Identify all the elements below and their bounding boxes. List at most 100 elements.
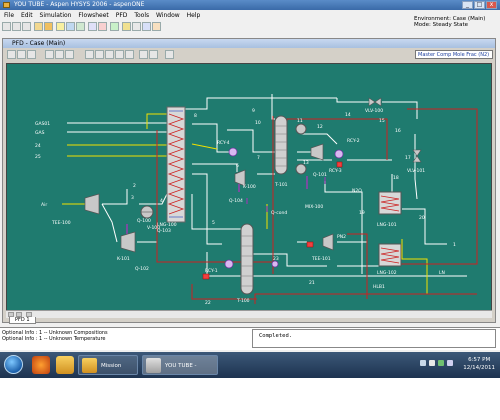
strip-chart-icon[interactable] — [142, 22, 151, 31]
component-list-icon[interactable] — [34, 22, 43, 31]
color-icon[interactable] — [105, 50, 114, 59]
find-icon[interactable] — [85, 50, 94, 59]
optional-info: Optional Info : 1 -- Unknown Composition… — [2, 330, 244, 342]
menu-tools[interactable]: Tools — [134, 12, 149, 19]
label-tee-100: TEE-100 — [51, 220, 71, 226]
move-icon[interactable] — [55, 50, 64, 59]
label-gas01: GAS01 — [35, 121, 50, 127]
status-area: Optional Info : 1 -- Unknown Composition… — [0, 327, 500, 350]
zoom-out-icon[interactable] — [27, 50, 36, 59]
pfd-window: PFD - Case (Main) Master Comp Mole Frac … — [2, 38, 496, 324]
hysys-window: YOU TUBE - Aspen HYSYS 2006 - aspenONE _… — [0, 0, 500, 378]
vlv-101-valve[interactable] — [412, 149, 422, 157]
close-button[interactable]: x — [486, 1, 497, 9]
tab-pfd-1[interactable]: PFD 1 — [9, 317, 36, 324]
lng-100-exchanger[interactable] — [166, 106, 186, 223]
t-101-column[interactable] — [274, 115, 307, 175]
folder-icon[interactable] — [56, 356, 74, 374]
v-100-separator[interactable] — [140, 205, 154, 219]
t-100-column[interactable] — [240, 223, 254, 295]
integrator-icon[interactable] — [132, 22, 141, 31]
task-mission-1000[interactable]: Mission 1000 — [78, 355, 138, 389]
label-rcy-4: RCY-4 — [217, 140, 230, 146]
save-case-icon[interactable] — [22, 22, 31, 31]
select-icon[interactable] — [45, 50, 54, 59]
label-n2o: N2O — [352, 188, 362, 194]
label-q-104: Q-104 — [229, 198, 243, 204]
maximize-button[interactable]: □ — [474, 1, 485, 9]
menu-flowsheet[interactable]: Flowsheet — [78, 12, 108, 19]
solver-active-icon[interactable] — [110, 22, 119, 31]
rcy-3-cooler[interactable] — [334, 149, 344, 159]
window-title: YOU TUBE - Aspen HYSYS 2006 - aspenONE — [14, 1, 145, 8]
label-12: 12 — [317, 124, 323, 130]
mix-100-mixer[interactable] — [310, 143, 324, 161]
label-t-100: T-100 — [236, 298, 250, 304]
firefox-icon[interactable] — [32, 356, 50, 374]
label-k-100: K-100 — [243, 184, 256, 190]
text-tool-icon[interactable] — [95, 50, 104, 59]
label-t-101: T-101 — [274, 182, 288, 188]
volume-icon[interactable] — [429, 360, 435, 366]
menu-help[interactable]: Help — [187, 12, 201, 19]
minimize-button[interactable]: _ — [462, 1, 473, 9]
label-8: 8 — [194, 113, 197, 119]
task-label: YOU TUBE - Aspe... — [165, 363, 197, 389]
label-3: 3 — [131, 195, 134, 201]
system-tray — [420, 360, 460, 368]
print-icon[interactable] — [125, 50, 134, 59]
zoom-in-icon[interactable] — [17, 50, 26, 59]
menu-edit[interactable]: Edit — [21, 12, 33, 19]
route-icon[interactable] — [149, 50, 158, 59]
lng-101-exchanger[interactable] — [378, 191, 402, 215]
fluid-package-icon[interactable] — [44, 22, 53, 31]
tee-101-tee[interactable] — [322, 233, 334, 251]
label-17: 17 — [405, 155, 411, 161]
label-rcy-2: RCY-2 — [347, 138, 360, 144]
k-101-compressor[interactable] — [120, 231, 136, 253]
pfd-canvas[interactable]: GAS01 GAS 24 25 Air TEE-100 LNG-100 Q-10… — [6, 63, 492, 311]
horizontal-scrollbar[interactable] — [6, 310, 492, 318]
lng-102-exchanger[interactable] — [378, 243, 402, 267]
k-100-compressor[interactable] — [234, 169, 246, 187]
label-ln: LN — [439, 270, 445, 276]
optional-info-line-2: Optional Info : 1 -- Unknown Temperature — [2, 336, 106, 342]
flowsheet-diagram: GAS01 GAS 24 25 Air TEE-100 LNG-100 Q-10… — [35, 94, 478, 306]
task-hysys[interactable]: YOU TUBE - Aspe... — [142, 355, 218, 389]
vlv-100-valve[interactable] — [368, 97, 376, 107]
dynamics-icon[interactable] — [122, 22, 131, 31]
app-icon — [3, 2, 10, 8]
label-q-102: Q-102 — [135, 266, 149, 272]
menu-simulation[interactable]: Simulation — [40, 12, 72, 19]
rcy-4-cooler[interactable] — [228, 147, 238, 157]
solver-icon[interactable] — [88, 22, 97, 31]
label-1: 1 — [453, 242, 456, 248]
rcy-1-cooler[interactable] — [224, 259, 234, 269]
workbook-icon[interactable] — [56, 22, 65, 31]
open-case-icon[interactable] — [12, 22, 21, 31]
utilities-icon[interactable] — [76, 22, 85, 31]
start-button[interactable] — [4, 355, 23, 374]
stop-icon[interactable] — [98, 22, 107, 31]
menu-window[interactable]: Window — [156, 12, 180, 19]
mode-label: Mode: Steady State — [414, 22, 469, 28]
tee-100-expander[interactable] — [84, 193, 100, 215]
flag-icon[interactable] — [447, 360, 453, 366]
new-case-icon[interactable] — [2, 22, 11, 31]
network-icon[interactable] — [420, 360, 426, 366]
event-scheduler-icon[interactable] — [152, 22, 161, 31]
layout-icon[interactable] — [139, 50, 148, 59]
menu-file[interactable]: File — [4, 12, 14, 19]
color-scheme-select[interactable]: Master Comp Mole Frac (N2) — [415, 50, 493, 59]
menu-pfd[interactable]: PFD — [116, 12, 128, 19]
security-icon[interactable] — [438, 360, 444, 366]
pfd-icon[interactable] — [66, 22, 75, 31]
palette-icon[interactable] — [165, 50, 174, 59]
label-18: 18 — [393, 175, 399, 181]
size-icon[interactable] — [115, 50, 124, 59]
zoom-all-icon[interactable] — [7, 50, 16, 59]
attach-icon[interactable] — [65, 50, 74, 59]
environment-info: Environment: Case (Main) Mode: Steady St… — [414, 16, 494, 28]
clock[interactable]: 6:57 PM 12/14/2011 — [463, 356, 495, 372]
label-21: 21 — [309, 280, 315, 286]
